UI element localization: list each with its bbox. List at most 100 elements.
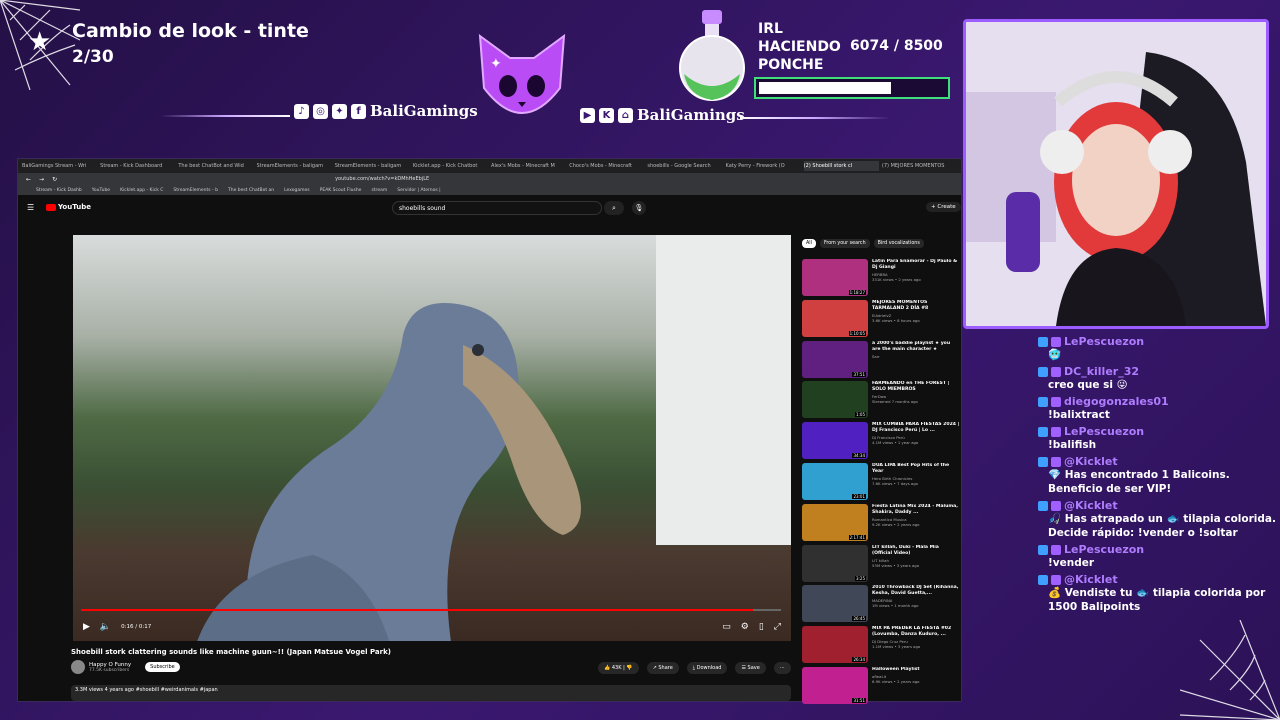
browser-tab[interactable]: Stream - Kick Dashboard xyxy=(100,161,175,171)
recommendation-thumbnail[interactable]: 1:18:27 xyxy=(802,259,868,296)
create-button[interactable]: + Create xyxy=(926,202,961,212)
chat-username[interactable]: @Kicklet xyxy=(1038,499,1278,512)
bookmark-item[interactable]: Stream - Kick Dashb xyxy=(36,188,82,193)
theater-icon[interactable]: ▯ xyxy=(759,622,764,632)
video-duration: 1:18:27 xyxy=(848,290,866,295)
chip-all[interactable]: All xyxy=(802,239,816,248)
recommendation-thumbnail[interactable]: 34:34 xyxy=(802,422,868,460)
recommendation-thumbnail[interactable]: 37:51 xyxy=(802,340,868,378)
badge-icon xyxy=(1038,426,1048,437)
recommendation-item[interactable]: 1:05 FARMEANDO en THE FOREST | SOLO MIEMB… xyxy=(802,381,962,422)
goal-title: Cambio de look - tinte xyxy=(72,20,309,42)
video-description[interactable]: 3.3M views 4 years ago #shoebill #weirda… xyxy=(71,685,791,701)
browser-tab[interactable]: StreamElements - baligam xyxy=(335,161,410,171)
chat-message: LePescuezon !balifish xyxy=(1038,425,1278,452)
bookmark-item[interactable]: PEAK Scout Flushe xyxy=(320,188,362,193)
badge-icon xyxy=(1038,456,1048,467)
recommendation-item[interactable]: 1:10:05 MEJORES MOMENTOS TARMALAND 2 DÍA … xyxy=(802,299,962,341)
browser-tab[interactable]: Kicklet.app - Kick Chatbot xyxy=(413,161,488,171)
chip-from-search[interactable]: From your search xyxy=(819,239,870,248)
channel-name[interactable]: Happy O Funny xyxy=(89,662,131,668)
chat-username[interactable]: @Kicklet xyxy=(1038,455,1278,468)
svg-text:★: ★ xyxy=(28,27,51,57)
bookmark-item[interactable]: Kicklet.app - Kick C xyxy=(120,188,163,193)
browser-tab[interactable]: Katy Perry - Firework (O xyxy=(726,161,801,171)
twitter-icon: ✦ xyxy=(332,103,347,119)
channel-row: Happy O Funny 77.5K subscribers Subscrib… xyxy=(71,660,180,674)
badge-icon xyxy=(1051,426,1061,437)
recommendation-thumbnail[interactable]: 26:34 xyxy=(802,626,868,664)
recommendation-thumbnail[interactable]: 1:10:05 xyxy=(802,299,868,337)
recommendation-item[interactable]: 37:51 a 2000's baddie playlist ★ you are … xyxy=(802,340,962,382)
recommendation-item[interactable]: 2:17:41 Fiesta Latina Mix 2024 - Maluma, … xyxy=(802,503,962,545)
bookmark-item[interactable]: StreamElements - b xyxy=(173,188,218,193)
browser-tab[interactable]: Alex's Mobs - Minecraft M xyxy=(491,161,566,171)
search-icon[interactable]: ⌕ xyxy=(604,201,624,215)
play-icon[interactable]: ▶ xyxy=(83,622,90,632)
fullscreen-icon[interactable]: ⤢ xyxy=(774,622,781,632)
badge-icon xyxy=(1038,336,1048,347)
chat-text: 🥶 xyxy=(1048,349,1062,361)
recommendation-item[interactable]: 26:45 2010 Throwback DJ Set (Rihanna, Kes… xyxy=(802,585,962,626)
browser-tab-active[interactable]: (2) Shoebill stork cl xyxy=(803,161,879,171)
browser-tab[interactable]: Choco's Mobs - Minecraft xyxy=(569,161,644,171)
recommendations-list: 1:18:27 Latin Para Enamorar - Dj Paulo & … xyxy=(802,259,962,708)
bookmark-item[interactable]: stream xyxy=(371,188,387,193)
video-duration: 26:34 xyxy=(852,657,866,663)
forward-icon[interactable]: → xyxy=(39,176,44,183)
chat-username[interactable]: LePescuezon xyxy=(1038,543,1278,556)
menu-icon[interactable]: ☰ xyxy=(27,203,34,212)
recommendation-thumbnail[interactable]: 2:17:41 xyxy=(802,503,868,541)
reload-icon[interactable]: ↻ xyxy=(52,176,57,183)
recommendation-item[interactable]: 23:01 DUA LIPA Best Pop Hits of the Year H… xyxy=(802,462,962,504)
browser-tab[interactable]: (7) MEJORES MOMENTOS xyxy=(882,161,957,171)
chip-bird-vocalizations[interactable]: Bird vocalizations xyxy=(873,239,924,248)
recommendation-item[interactable]: 3:25 LIT killah, Duki - Mala Mía (Officia… xyxy=(802,544,962,586)
chat-username[interactable]: @Kicklet xyxy=(1038,573,1278,586)
video-progress-bar[interactable] xyxy=(81,609,781,611)
back-icon[interactable]: ← xyxy=(26,176,31,183)
browser-tab[interactable]: shoebills - Google Search xyxy=(647,161,722,171)
recommendation-item[interactable]: 26:34 MIX PA PREDER LA FIESTA #02 (Lovumb… xyxy=(802,626,962,667)
search-input[interactable]: shoebills sound xyxy=(392,201,602,215)
bookmark-item[interactable]: Servidor | Aternos | xyxy=(397,188,440,193)
recommendation-channel: Sarr xyxy=(872,353,880,359)
volume-icon[interactable]: 🔈 xyxy=(100,622,111,632)
social-handles-right: ▶ K ⌂ BaliGamings xyxy=(580,106,745,124)
download-button[interactable]: ⤓ Download xyxy=(686,662,728,674)
browser-tab[interactable]: StreamElements - baligam xyxy=(257,161,332,171)
captions-icon[interactable]: ▭ xyxy=(722,622,731,632)
recommendation-thumbnail[interactable]: 3:25 xyxy=(802,544,868,582)
recommendation-meta: 9.2K views • 2 years ago xyxy=(872,521,920,527)
recommendation-item[interactable]: 31:51 Halloween Playlist aReaLit 6.9K views… xyxy=(802,666,962,708)
bookmark-item[interactable]: The best ChatBot an xyxy=(228,188,274,193)
save-button[interactable]: ☰ Save xyxy=(735,662,766,674)
url-text[interactable]: youtube.com/watch?v=kDMhHeEbjLE xyxy=(335,176,429,182)
bookmark-item[interactable]: YouTube xyxy=(92,188,110,193)
chat-username[interactable]: LePescuezon xyxy=(1038,425,1278,438)
recommendation-title: a 2000's baddie playlist ★ you are the m… xyxy=(872,340,951,352)
avatar[interactable] xyxy=(71,660,85,674)
chat-username[interactable]: DC_killer_32 xyxy=(1038,365,1278,378)
recommendation-thumbnail[interactable]: 31:51 xyxy=(802,666,868,704)
recommendation-item[interactable]: 1:18:27 Latin Para Enamorar - Dj Paulo & … xyxy=(802,259,962,300)
chat-username[interactable]: diegogonzales01 xyxy=(1038,395,1278,408)
recommendation-thumbnail[interactable]: 26:45 xyxy=(802,585,868,623)
recommendation-thumbnail[interactable]: 1:05 xyxy=(802,381,868,419)
browser-tab[interactable]: BaliGamings Stream - Wri xyxy=(22,161,97,171)
chat-message: LePescuezon 🥶 xyxy=(1038,335,1278,362)
subscribe-button[interactable]: Subscribe xyxy=(145,662,180,672)
recommendation-item[interactable]: 34:34 MIX CUMBIA PARA FIESTAS 2024 | DJ F… xyxy=(802,422,962,463)
address-bar[interactable]: ← → ↻ youtube.com/watch?v=kDMhHeEbjLE xyxy=(18,173,961,185)
more-icon[interactable]: ⋯ xyxy=(773,662,791,674)
bookmark-item[interactable]: Lexogames xyxy=(284,188,310,193)
browser-tab[interactable]: The best ChatBot and Wid xyxy=(178,161,253,171)
mic-icon[interactable]: 🎙 xyxy=(632,201,646,215)
youtube-logo[interactable]: YouTube xyxy=(46,203,91,211)
chat-username[interactable]: LePescuezon xyxy=(1038,335,1278,348)
video-player[interactable]: ▶ 🔈 0:16 / 0:17 ▭ ⚙ ▯ ⤢ xyxy=(73,235,791,641)
share-button[interactable]: ↗ Share xyxy=(646,662,679,674)
like-button[interactable]: 👍 43K | 👎 xyxy=(598,662,639,674)
settings-icon[interactable]: ⚙ xyxy=(741,622,749,632)
recommendation-thumbnail[interactable]: 23:01 xyxy=(802,462,868,500)
